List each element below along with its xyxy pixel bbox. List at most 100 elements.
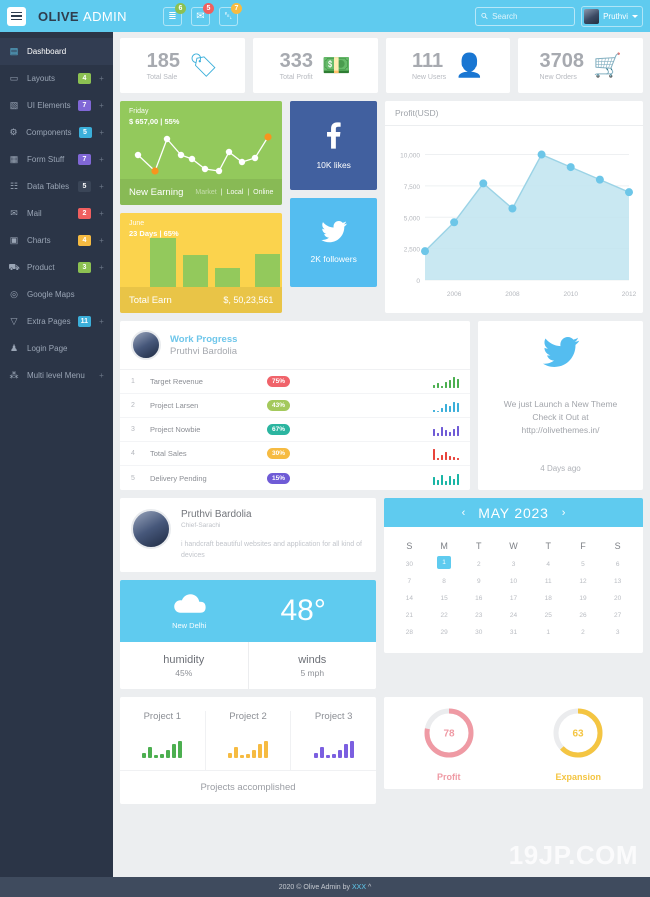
sidebar-item-form-stuff[interactable]: ▦ Form Stuff 7 +: [0, 146, 113, 173]
stat-card-total-sale[interactable]: 185 Total Sale 🏷: [120, 38, 245, 93]
calendar-day[interactable]: 9: [461, 573, 496, 590]
calendar-day[interactable]: 10: [496, 573, 531, 590]
sidebar-item-charts[interactable]: ▣ Charts 4 +: [0, 227, 113, 254]
table-row[interactable]: 3 Project Nowbie 67%: [120, 418, 470, 442]
profile-name: Pruthvi: [603, 11, 628, 21]
mail-icon[interactable]: ✉ 5: [190, 2, 214, 26]
stat-card-new-orders[interactable]: 3708 New Orders 🛒: [518, 38, 643, 93]
expand-icon[interactable]: +: [98, 371, 105, 380]
twitter-card-small[interactable]: 2K followers: [290, 198, 377, 287]
stat-value: 185: [146, 49, 180, 72]
calendar-day[interactable]: 4: [531, 556, 566, 573]
calendar-day[interactable]: 12: [566, 573, 601, 590]
table-row[interactable]: 5 Delivery Pending 15%: [120, 466, 470, 490]
project-cell[interactable]: Project 2: [204, 711, 291, 771]
calendar-day[interactable]: 20: [600, 590, 635, 607]
table-row[interactable]: 2 Project Larsen 43%: [120, 394, 470, 418]
bell-icon[interactable]: ␇ 7: [218, 2, 242, 26]
sidebar-item-label: UI Elements: [27, 101, 71, 110]
calendar-day[interactable]: 13: [600, 573, 635, 590]
search-input[interactable]: [492, 11, 570, 21]
link-online[interactable]: Online: [253, 189, 273, 196]
new-earning-widget[interactable]: Friday $ 657,00 | 55% New Earning Market…: [120, 101, 283, 205]
calendar-day[interactable]: 31: [496, 624, 531, 641]
search-box[interactable]: [475, 6, 576, 26]
twitter-message-line-3[interactable]: http://olivethemes.in/: [504, 424, 618, 437]
sidebar-item-product[interactable]: ⛟ Product 3 +: [0, 254, 113, 281]
project-cell[interactable]: Project 1: [120, 711, 205, 770]
stat-card-total-profit[interactable]: 333 Total Profit 💵: [252, 38, 378, 93]
sidebar-item-ui-elements[interactable]: ▧ UI Elements 7 +: [0, 92, 113, 119]
calendar-day[interactable]: 21: [392, 607, 427, 624]
calendar-day[interactable]: 24: [496, 607, 531, 624]
profile-menu[interactable]: Pruthvi: [581, 5, 643, 27]
expand-icon[interactable]: +: [98, 101, 105, 110]
calendar-day[interactable]: 29: [427, 624, 462, 641]
donut-label: Expansion: [555, 772, 601, 783]
sidebar-item-components[interactable]: ⚙ Components 5 +: [0, 119, 113, 146]
calendar-next-button[interactable]: ›: [562, 507, 566, 519]
stat-card-new-users[interactable]: 111 New Users 👤: [385, 38, 511, 93]
calendar-day[interactable]: 25: [531, 607, 566, 624]
calendar-day[interactable]: 26: [566, 607, 601, 624]
expand-icon[interactable]: +: [98, 263, 105, 272]
calendar-day[interactable]: 28: [392, 624, 427, 641]
sidebar-item-data-tables[interactable]: ☷ Data Tables 5 +: [0, 173, 113, 200]
expand-icon[interactable]: +: [98, 209, 105, 218]
expand-icon[interactable]: +: [98, 236, 105, 245]
calendar-day[interactable]: 3: [600, 624, 635, 641]
calendar-day[interactable]: 6: [600, 556, 635, 573]
calendar-day[interactable]: 2: [461, 556, 496, 573]
expand-icon[interactable]: +: [98, 317, 105, 326]
calendar-day[interactable]: 18: [531, 590, 566, 607]
calendar-day[interactable]: 2: [566, 624, 601, 641]
project-cell[interactable]: Project 3: [290, 711, 376, 771]
calendar-day[interactable]: 30: [392, 556, 427, 573]
hamburger-icon[interactable]: [7, 6, 26, 26]
sidebar-item-layouts[interactable]: ▭ Layouts 4 +: [0, 65, 113, 92]
calendar-day[interactable]: 19: [566, 590, 601, 607]
total-earn-widget[interactable]: June 23 Days | 65% Total Earn $, 50,23,5…: [120, 213, 283, 313]
calendar-day[interactable]: 1: [531, 624, 566, 641]
calendar-day[interactable]: 1: [437, 556, 452, 569]
calendar-day[interactable]: 22: [427, 607, 462, 624]
footer-link[interactable]: XXX: [352, 884, 366, 891]
calendar-day[interactable]: 27: [600, 607, 635, 624]
calendar-day[interactable]: 11: [531, 573, 566, 590]
expand-icon[interactable]: +: [99, 128, 106, 137]
calendar-day[interactable]: 14: [392, 590, 427, 607]
calendar-day[interactable]: 30: [461, 624, 496, 641]
calendar-day[interactable]: 16: [461, 590, 496, 607]
sidebar-item-mail[interactable]: ✉ Mail 2 +: [0, 200, 113, 227]
profit-chart-title: Profit(USD): [385, 101, 643, 126]
expand-icon[interactable]: +: [98, 74, 105, 83]
sidebar-item-google-maps[interactable]: ◎ Google Maps: [0, 281, 113, 308]
table-row[interactable]: 4 Total Sales 30%: [120, 442, 470, 466]
sidebar-item-login-page[interactable]: ♟ Login Page: [0, 335, 113, 362]
expand-icon[interactable]: +: [98, 155, 105, 164]
calendar-day[interactable]: 7: [392, 573, 427, 590]
expand-icon[interactable]: +: [98, 182, 105, 191]
tasks-icon[interactable]: ≣ 6: [162, 2, 186, 26]
calendar-day[interactable]: 23: [461, 607, 496, 624]
table-row[interactable]: 1 Target Revenue 75%: [120, 370, 470, 394]
brand-logo[interactable]: OLIVE ADMIN: [38, 9, 127, 24]
svg-text:2012: 2012: [622, 291, 637, 298]
calendar-prev-button[interactable]: ‹: [462, 507, 466, 519]
calendar-day[interactable]: 15: [427, 590, 462, 607]
link-local[interactable]: Local: [227, 189, 244, 196]
sidebar-item-dashboard[interactable]: ▤ Dashboard: [0, 38, 113, 65]
calendar-day[interactable]: 5: [566, 556, 601, 573]
twitter-icon: [320, 221, 347, 248]
calendar-day[interactable]: 3: [496, 556, 531, 573]
sidebar-item-extra-pages[interactable]: ▽ Extra Pages 11 +: [0, 308, 113, 335]
sidebar-item-multi-level-menu[interactable]: ⁂ Multi level Menu +: [0, 362, 113, 389]
profile-calendar-row: Pruthvi Bardolia Chief-Sarachi i handcra…: [120, 498, 643, 690]
svg-text:2008: 2008: [505, 291, 520, 298]
facebook-card[interactable]: 10K likes: [290, 101, 377, 190]
calendar-day[interactable]: 17: [496, 590, 531, 607]
link-market[interactable]: Market: [195, 189, 216, 196]
calendar-day[interactable]: 8: [427, 573, 462, 590]
stat-label: Total Sale: [146, 73, 178, 81]
tasks-badge: 6: [174, 2, 186, 14]
